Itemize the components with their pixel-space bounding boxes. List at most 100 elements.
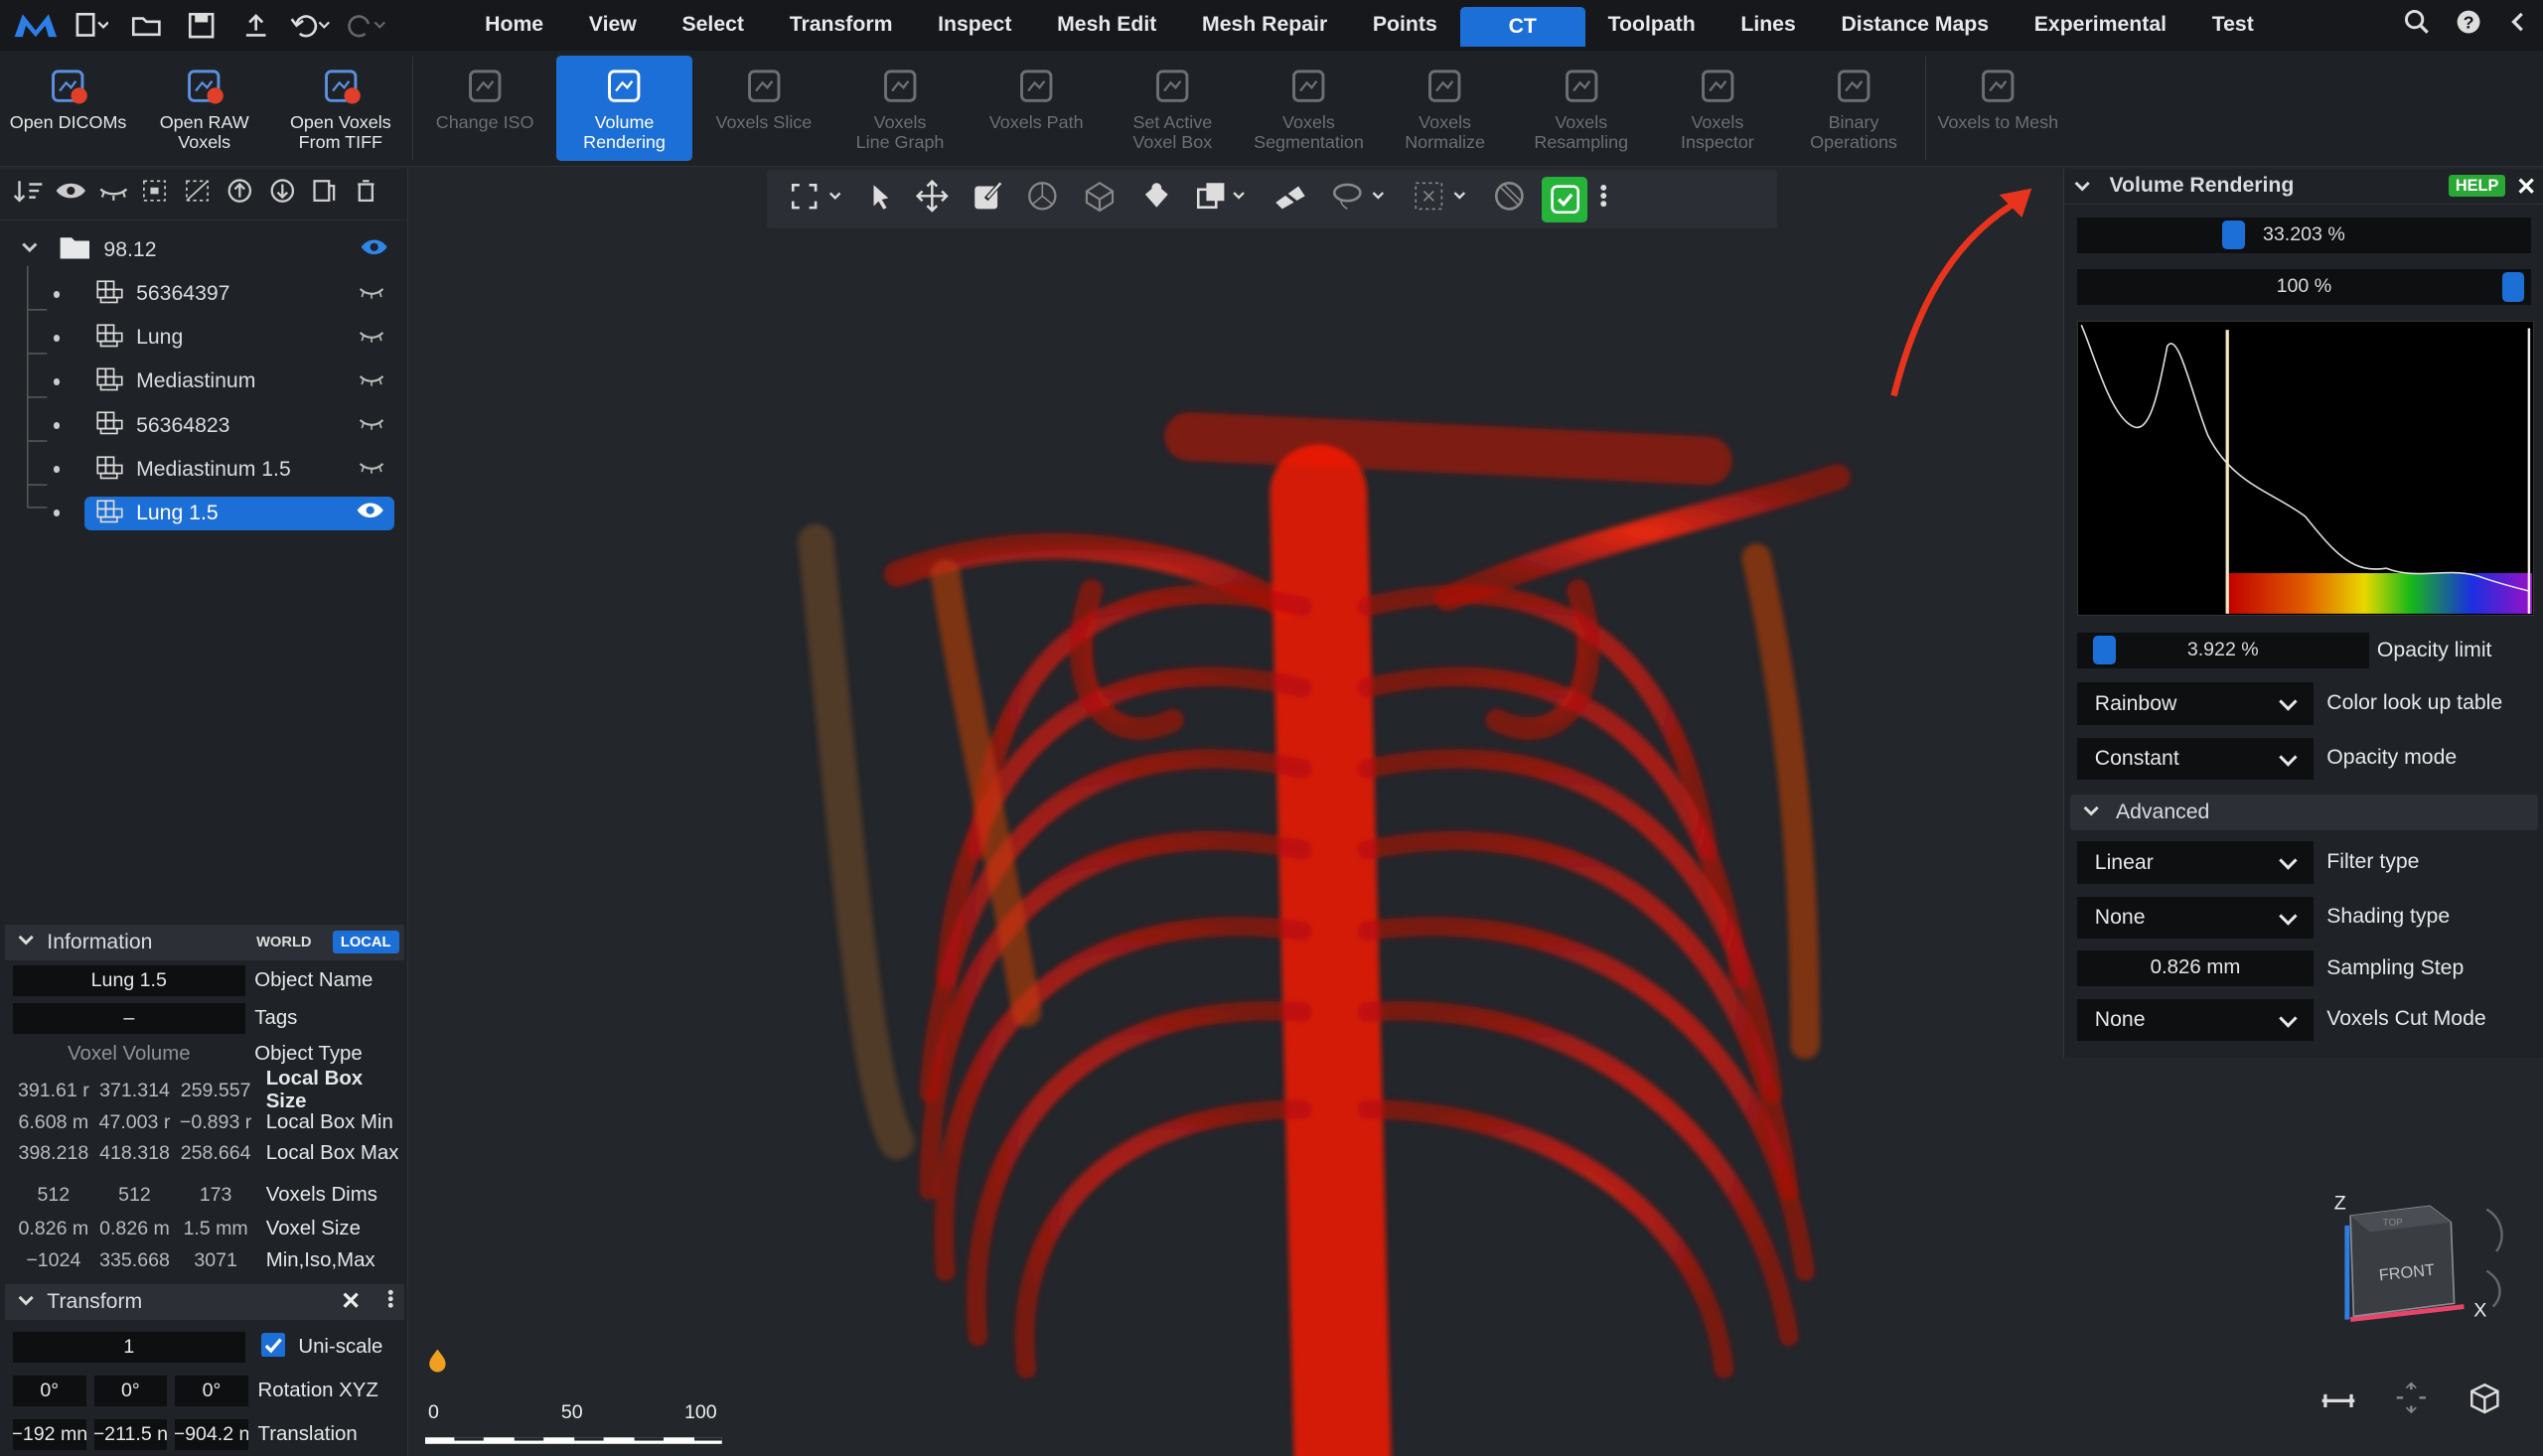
ribbon-button-voxels-resampling[interactable]: Voxels Resampling bbox=[1513, 51, 1649, 167]
opacity-mode-dropdown[interactable]: Constant bbox=[2076, 737, 2315, 781]
help-badge[interactable]: HELP bbox=[2449, 175, 2505, 198]
tab-mesh-edit[interactable]: Mesh Edit bbox=[1034, 0, 1179, 51]
rotation-y-field[interactable]: 0° bbox=[93, 1376, 168, 1407]
opacity-slider[interactable]: 3.922 % bbox=[2076, 632, 2369, 668]
app-logo-icon[interactable] bbox=[13, 7, 59, 43]
new-file-icon[interactable] bbox=[69, 7, 114, 43]
move-icon[interactable] bbox=[916, 179, 950, 219]
tab-ct[interactable]: CT bbox=[1459, 6, 1585, 48]
disabled-circle-icon[interactable] bbox=[1493, 180, 1526, 219]
more-icon[interactable] bbox=[387, 1289, 394, 1315]
tab-transform[interactable]: Transform bbox=[767, 0, 915, 51]
show-icon[interactable] bbox=[55, 178, 87, 211]
ruler-icon[interactable] bbox=[2320, 1388, 2356, 1419]
tab-select[interactable]: Select bbox=[660, 0, 767, 51]
world-toggle[interactable]: WORLD bbox=[248, 931, 320, 953]
ribbon-button-open-raw-voxels[interactable]: Open RAW Voxels bbox=[136, 51, 272, 167]
tab-points[interactable]: Points bbox=[1350, 0, 1460, 51]
tree-item[interactable]: Lung bbox=[0, 316, 407, 360]
tab-mesh-repair[interactable]: Mesh Repair bbox=[1179, 0, 1350, 51]
paint-bucket-icon[interactable] bbox=[1140, 180, 1173, 219]
tree-item[interactable]: Mediastinum bbox=[0, 360, 407, 403]
search-icon[interactable] bbox=[2404, 9, 2430, 42]
hidden-eye-icon[interactable] bbox=[359, 458, 384, 482]
fps-indicator-icon[interactable] bbox=[426, 1348, 449, 1381]
undo-icon[interactable] bbox=[288, 7, 334, 43]
voxels-cut-mode-dropdown[interactable]: None bbox=[2076, 998, 2315, 1042]
vr-header[interactable]: Volume Rendering HELP bbox=[2063, 169, 2543, 205]
rotation-z-field[interactable]: 0° bbox=[175, 1376, 248, 1407]
histogram[interactable] bbox=[2076, 321, 2535, 617]
scale-field[interactable]: 1 bbox=[13, 1332, 245, 1364]
duplicate-icon[interactable] bbox=[308, 178, 341, 211]
move-up-icon[interactable] bbox=[224, 178, 256, 211]
pointer-icon[interactable] bbox=[867, 182, 893, 218]
ribbon-button-voxels-to-mesh[interactable]: Voxels to Mesh bbox=[1930, 51, 2066, 167]
visible-eye-icon[interactable] bbox=[356, 501, 384, 526]
tab-test[interactable]: Test bbox=[2189, 0, 2277, 51]
ribbon-button-open-dicoms[interactable]: Open DICOMs bbox=[0, 51, 136, 167]
information-header[interactable]: Information WORLD LOCAL bbox=[4, 924, 404, 960]
chevron-down-icon[interactable] bbox=[18, 931, 34, 954]
visible-eye-icon[interactable] bbox=[360, 237, 388, 263]
local-toggle[interactable]: LOCAL bbox=[332, 931, 399, 953]
tree-item[interactable]: 56364397 bbox=[0, 272, 407, 316]
translation-x-field[interactable]: −192 mn bbox=[13, 1419, 86, 1451]
translation-z-field[interactable]: −904.2 n bbox=[175, 1419, 248, 1451]
uniscale-checkbox[interactable] bbox=[260, 1332, 286, 1363]
ribbon-button-voxels-segmentation[interactable]: Voxels Segmentation bbox=[1241, 51, 1377, 167]
translation-y-field[interactable]: −211.5 n bbox=[93, 1419, 168, 1451]
chevron-down-icon[interactable] bbox=[18, 1290, 34, 1314]
ribbon-button-voxels-slice[interactable]: Voxels Slice bbox=[695, 51, 831, 167]
save-icon[interactable] bbox=[179, 7, 224, 43]
help-icon[interactable]: ? bbox=[2456, 9, 2481, 42]
perspective-cube-icon[interactable] bbox=[2468, 1382, 2501, 1421]
ribbon-button-voxels-normalize[interactable]: Voxels Normalize bbox=[1377, 51, 1513, 167]
export-icon[interactable] bbox=[233, 7, 279, 43]
tab-lines[interactable]: Lines bbox=[1719, 0, 1819, 51]
close-icon[interactable] bbox=[2518, 171, 2534, 202]
clut-dropdown[interactable]: Rainbow bbox=[2076, 682, 2315, 725]
more-icon[interactable] bbox=[1600, 183, 1607, 216]
tab-home[interactable]: Home bbox=[462, 0, 566, 51]
ribbon-button-voxels-line-graph[interactable]: Voxels Line Graph bbox=[831, 51, 968, 167]
network-icon[interactable] bbox=[1082, 180, 1118, 219]
ribbon-button-change-iso[interactable]: Change ISO bbox=[417, 51, 553, 167]
hidden-eye-icon[interactable] bbox=[359, 326, 384, 350]
rotation-x-field[interactable]: 0° bbox=[13, 1376, 86, 1407]
tab-inspect[interactable]: Inspect bbox=[915, 0, 1034, 51]
ribbon-button-open-voxels-from-tiff[interactable]: Open Voxels From TIFF bbox=[272, 51, 408, 167]
tree-item[interactable]: 56364823 bbox=[0, 404, 407, 448]
object-name-field[interactable]: Lung 1.5 bbox=[13, 965, 245, 997]
tab-view[interactable]: View bbox=[566, 0, 660, 51]
close-icon[interactable] bbox=[343, 1290, 359, 1314]
vr-min-slider[interactable]: 33.203 % bbox=[2076, 217, 2531, 253]
ribbon-button-binary-operations[interactable]: Binary Operations bbox=[1785, 51, 1921, 167]
hidden-eye-icon[interactable] bbox=[359, 414, 384, 438]
advanced-section-header[interactable]: Advanced bbox=[2070, 795, 2538, 830]
slider-handle[interactable] bbox=[2093, 635, 2117, 665]
box-select-icon[interactable] bbox=[1195, 180, 1251, 219]
lasso-icon[interactable] bbox=[1331, 180, 1390, 219]
select-all-icon[interactable] bbox=[139, 178, 172, 211]
fit-selection-icon[interactable] bbox=[790, 182, 845, 218]
ribbon-button-volume-rendering[interactable]: Volume Rendering bbox=[555, 55, 693, 162]
open-folder-icon[interactable] bbox=[123, 7, 169, 43]
redo-icon[interactable] bbox=[344, 7, 389, 43]
tree-root[interactable]: 98.12 bbox=[0, 228, 407, 272]
transform-header[interactable]: Transform bbox=[4, 1284, 404, 1320]
3d-viewport[interactable]: 0 50 100 Z X FRONT TOP bbox=[410, 168, 2503, 1456]
tab-distance-maps[interactable]: Distance Maps bbox=[1819, 0, 2012, 51]
slider-handle[interactable] bbox=[2501, 272, 2525, 302]
slider-handle[interactable] bbox=[2222, 220, 2246, 250]
tree-item[interactable]: Mediastinum 1.5 bbox=[0, 448, 407, 492]
ribbon-button-voxels-path[interactable]: Voxels Path bbox=[969, 51, 1105, 167]
chevron-down-icon[interactable] bbox=[20, 237, 40, 263]
chevron-down-icon[interactable] bbox=[2074, 171, 2090, 202]
collapse-arrow-icon[interactable] bbox=[2507, 9, 2527, 42]
ribbon-button-voxels-inspector[interactable]: Voxels Inspector bbox=[1649, 51, 1785, 167]
fit-view-icon[interactable] bbox=[2395, 1382, 2428, 1421]
hidden-eye-icon[interactable] bbox=[359, 282, 384, 306]
sphere-mesh-icon[interactable] bbox=[1026, 180, 1059, 219]
delete-icon[interactable] bbox=[350, 178, 382, 211]
